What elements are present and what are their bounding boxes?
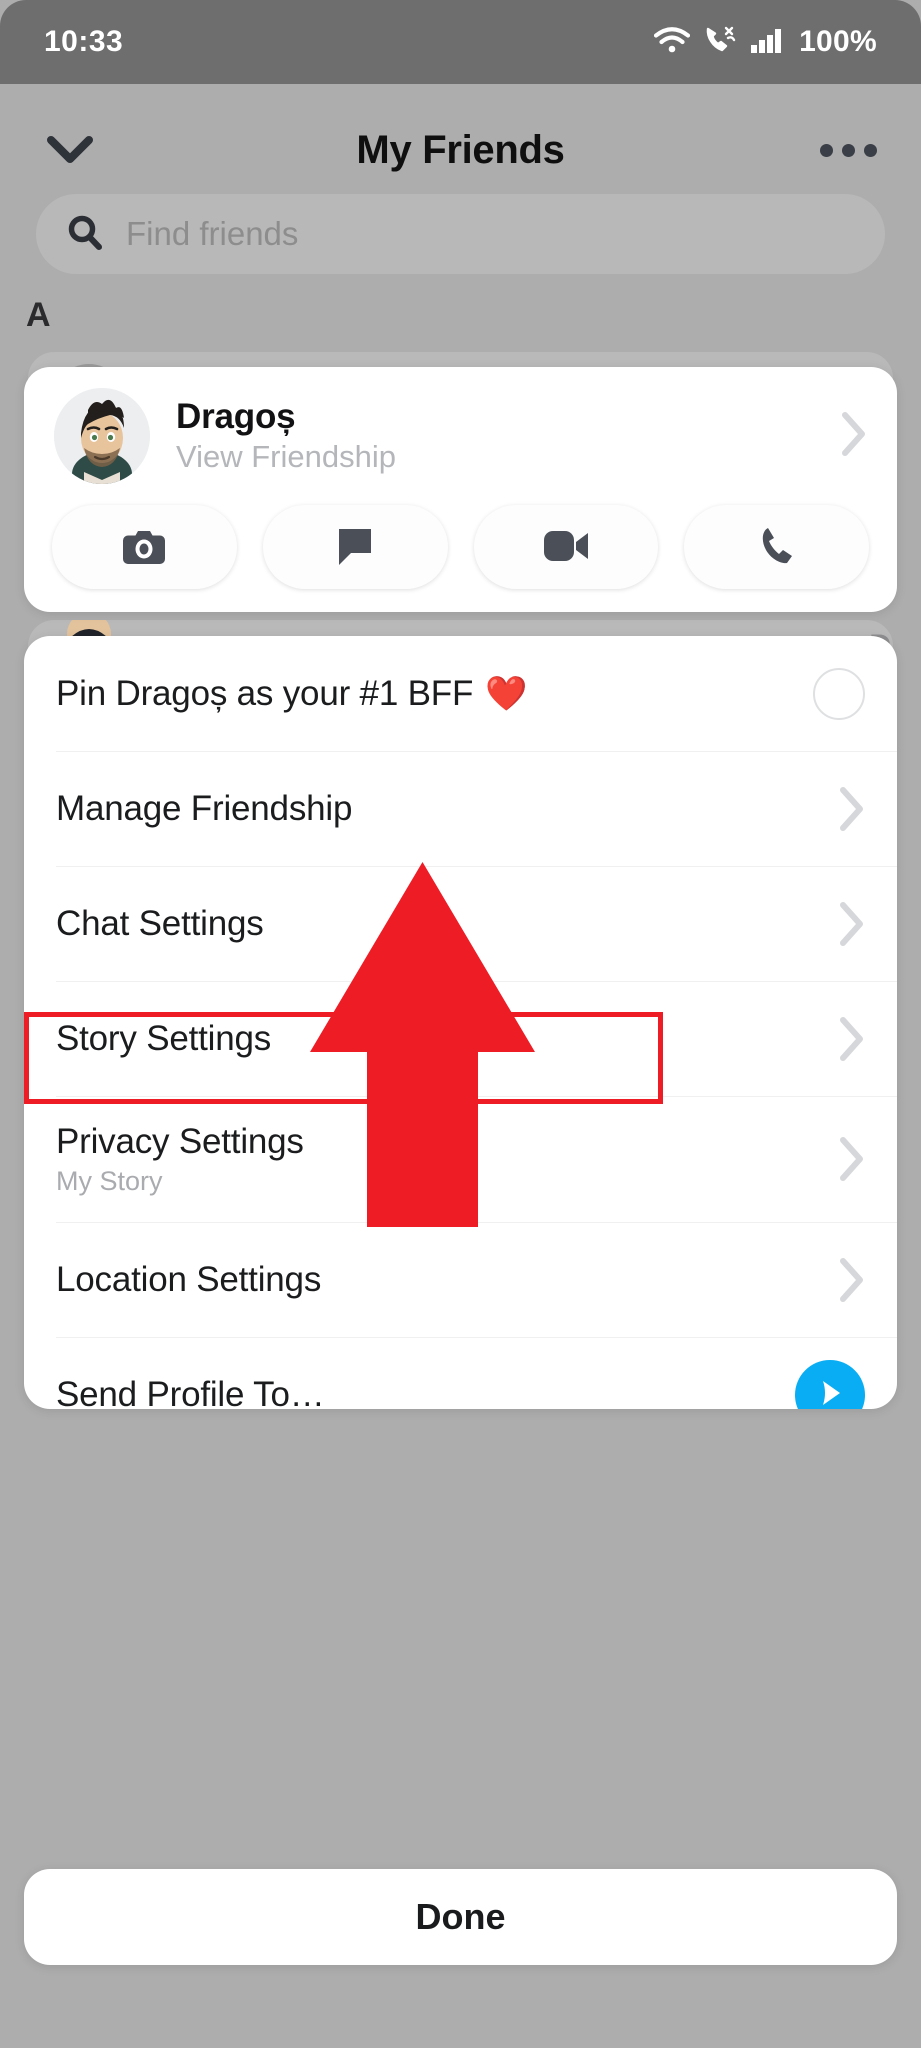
done-button[interactable]: Done (24, 1869, 897, 1965)
status-time: 10:33 (44, 25, 124, 58)
menu-item-sublabel: My Story (56, 1165, 163, 1196)
search-placeholder: Find friends (126, 215, 299, 252)
menu-item-label: Send Profile To… (56, 1375, 325, 1409)
page-title: My Friends (356, 127, 565, 172)
app-header: My Friends (0, 100, 921, 200)
profile-header-row[interactable]: Dragoș View Friendship (24, 367, 897, 505)
profile-action-buttons (24, 505, 897, 589)
chat-button[interactable] (262, 505, 448, 589)
chevron-right-icon[interactable] (839, 901, 865, 947)
menu-item-label: Manage Friendship (56, 788, 353, 828)
call-signal-icon (703, 25, 737, 60)
menu-item-pin-bff[interactable]: Pin Dragoș as your #1 BFF ❤️ (24, 636, 897, 751)
camera-button[interactable] (52, 505, 237, 589)
view-friendship-label: View Friendship (176, 439, 396, 474)
video-call-button[interactable] (473, 505, 659, 589)
phone-icon (757, 525, 797, 570)
section-letter-a: A (26, 296, 51, 334)
menu-item-label: Privacy Settings (56, 1121, 304, 1161)
menu-item-label: Pin Dragoș as your #1 BFF (56, 673, 474, 713)
menu-item-label: Story Settings (56, 1018, 272, 1058)
wifi-icon (653, 26, 691, 59)
chevron-right-icon[interactable] (841, 411, 867, 462)
send-button[interactable] (795, 1360, 865, 1409)
profile-card: Dragoș View Friendship (24, 367, 897, 612)
pin-bff-toggle[interactable] (813, 667, 865, 720)
phone-screen: My Friends Find friends A D (0, 0, 921, 2048)
search-input[interactable]: Find friends (36, 194, 885, 274)
menu-item-location-settings[interactable]: Location Settings (24, 1222, 897, 1337)
bitmoji-avatar[interactable] (54, 388, 150, 484)
menu-item-privacy-settings[interactable]: Privacy Settings My Story (24, 1096, 897, 1222)
chat-bubble-icon (335, 525, 375, 570)
more-options-icon[interactable] (820, 143, 877, 157)
chevron-right-icon[interactable] (839, 1257, 865, 1303)
cellular-signal-icon (750, 26, 786, 59)
status-bar: 10:33 100% (0, 0, 921, 84)
voice-call-button[interactable] (684, 505, 869, 589)
menu-item-label: Location Settings (56, 1259, 322, 1299)
menu-item-story-settings[interactable]: Story Settings (24, 981, 897, 1096)
video-camera-icon (542, 529, 590, 566)
menu-item-manage-friendship[interactable]: Manage Friendship (24, 751, 897, 866)
done-button-label: Done (415, 1896, 506, 1937)
chevron-right-icon[interactable] (839, 1136, 865, 1182)
chevron-down-icon[interactable] (44, 124, 96, 176)
menu-item-send-profile-to[interactable]: Send Profile To… (24, 1337, 897, 1409)
search-icon (66, 213, 104, 256)
chevron-right-icon[interactable] (839, 786, 865, 832)
profile-name: Dragoș (176, 397, 296, 436)
menu-item-label: Chat Settings (56, 903, 264, 943)
send-arrow-icon (813, 1376, 847, 1410)
camera-icon (122, 526, 166, 569)
menu-item-chat-settings[interactable]: Chat Settings (24, 866, 897, 981)
battery-percentage: 100% (799, 25, 877, 58)
friendship-settings-menu: Pin Dragoș as your #1 BFF ❤️ Manage Frie… (24, 636, 897, 1409)
chevron-right-icon[interactable] (839, 1016, 865, 1062)
heart-emoji-icon: ❤️ (485, 674, 528, 713)
